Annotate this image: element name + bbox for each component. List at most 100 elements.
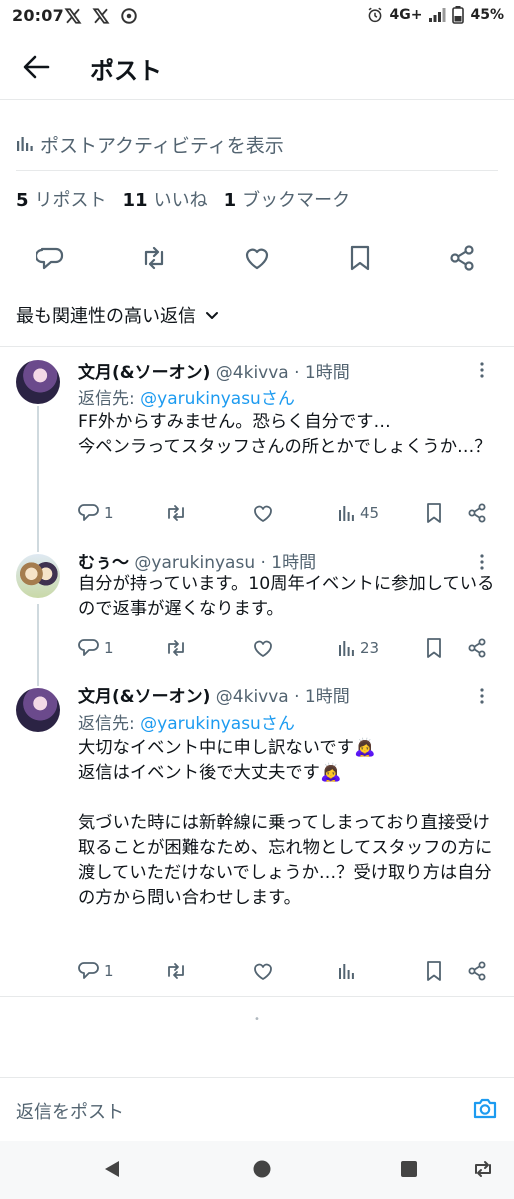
repost-icon[interactable]	[138, 242, 170, 274]
likes-stat[interactable]: 11 いいね	[123, 186, 208, 212]
back-triangle-icon[interactable]	[102, 1159, 122, 1179]
signal-icon	[428, 7, 446, 23]
post-activity-label: ポストアクティビティを表示	[40, 134, 284, 157]
more-options-icon[interactable]	[472, 552, 492, 572]
avatar[interactable]	[16, 554, 60, 598]
reply-count: 1	[104, 639, 114, 657]
bookmarks-count: 1	[223, 190, 237, 211]
view-count: 45	[360, 504, 380, 522]
recents-square-icon[interactable]	[399, 1159, 419, 1179]
reply-text: 自分が持っています。10周年イベントに参加しているので返事が遅くなります。	[78, 574, 495, 619]
post-activity-link[interactable]: ポストアクティビティを表示	[16, 128, 498, 160]
repost-icon[interactable]	[164, 500, 188, 526]
reply-input[interactable]: 返信をポスト	[16, 1098, 124, 1124]
status-right: 4G+ 45%	[366, 6, 504, 24]
reply-button[interactable]: 1	[78, 635, 114, 661]
network-type: 4G+	[389, 7, 423, 23]
reply-handle-time: @4kivva · 1時間	[215, 687, 350, 707]
share-icon[interactable]	[466, 635, 488, 661]
reply-to-prefix: 返信先:	[78, 389, 141, 409]
share-icon[interactable]	[466, 500, 488, 526]
reply-icon[interactable]	[36, 242, 68, 274]
chevron-down-icon	[204, 307, 220, 323]
reply-composer[interactable]: 返信をポスト	[0, 1077, 514, 1141]
reply-icon	[78, 639, 99, 656]
bookmark-icon[interactable]	[424, 635, 444, 661]
loading-indicator: •	[254, 1014, 260, 1025]
reply-to-line: 返信先: @yarukinyasuさん	[78, 384, 295, 409]
more-options-icon[interactable]	[472, 360, 492, 380]
reply-item[interactable]: 文月(&ソーオン) @4kivva · 1時間 返信先: @yarukinyas…	[0, 678, 514, 996]
reposts-stat[interactable]: 5 リポスト	[16, 186, 107, 212]
views-button[interactable]	[338, 958, 360, 984]
like-icon[interactable]	[252, 958, 274, 984]
likes-label: いいね	[153, 190, 208, 211]
engagement-stats: 5 リポスト 11 いいね 1 ブックマーク	[16, 186, 350, 212]
reply-actions: 1	[78, 958, 498, 984]
x-logo-icon	[64, 7, 82, 25]
reply-to-prefix: 返信先:	[78, 714, 141, 734]
reply-to-link[interactable]: @yarukinyasuさん	[140, 389, 295, 409]
like-icon[interactable]	[252, 635, 274, 661]
post-actions	[0, 236, 514, 280]
reply-actions: 1 45	[78, 500, 498, 526]
reply-icon	[78, 504, 99, 521]
share-icon[interactable]	[466, 958, 488, 984]
bookmarks-label: ブックマーク	[242, 190, 351, 211]
bookmark-icon[interactable]	[424, 500, 444, 526]
reply-author-name[interactable]: むぅ〜	[78, 553, 129, 573]
battery-level: 45%	[470, 7, 504, 23]
reply-handle-time: @yarukinyasu · 1時間	[134, 553, 317, 573]
thread-line	[37, 544, 39, 552]
reply-actions: 1 23	[78, 635, 498, 661]
avatar[interactable]	[16, 688, 60, 732]
more-options-icon[interactable]	[472, 686, 492, 706]
camera-icon[interactable]	[472, 1096, 498, 1120]
home-circle-icon[interactable]	[252, 1159, 272, 1179]
views-button[interactable]: 45	[338, 500, 379, 526]
reply-author-name[interactable]: 文月(&ソーオン)	[78, 687, 210, 707]
reply-sort-dropdown[interactable]: 最も関連性の高い返信	[16, 302, 220, 328]
page-title: ポスト	[90, 57, 162, 85]
status-time: 20:07	[12, 6, 64, 25]
reply-button[interactable]: 1	[78, 958, 114, 984]
reposts-count: 5	[16, 190, 29, 211]
x-logo-icon	[92, 7, 110, 25]
bar-chart-icon	[339, 964, 354, 979]
bookmark-icon[interactable]	[424, 958, 444, 984]
reply-count: 1	[104, 962, 114, 980]
reply-author-name[interactable]: 文月(&ソーオン)	[78, 363, 210, 383]
reply-sort-label: 最も関連性の高い返信	[16, 306, 196, 327]
reply-count: 1	[104, 504, 114, 522]
bar-chart-icon	[339, 641, 354, 656]
alarm-icon	[366, 6, 384, 24]
header: ポスト	[0, 34, 514, 100]
divider	[0, 996, 514, 997]
rotate-icon[interactable]	[472, 1159, 494, 1179]
bar-chart-icon	[16, 135, 34, 153]
reply-to-link[interactable]: @yarukinyasuさん	[140, 714, 295, 734]
bookmark-icon[interactable]	[344, 242, 376, 274]
like-icon[interactable]	[241, 242, 273, 274]
bar-chart-icon	[339, 506, 354, 521]
reply-item[interactable]: 文月(&ソーオン) @4kivva · 1時間 返信先: @yarukinyas…	[0, 346, 514, 546]
bookmarks-stat[interactable]: 1 ブックマーク	[224, 186, 351, 212]
reply-text: FF外からすみません。恐らく自分です… 今ペンラってスタッフさんの所とかでしょく…	[78, 412, 492, 457]
thread-line	[37, 678, 39, 686]
reply-text: 大切なイベント中に申し訳ないです🙇‍♀️ 返信はイベント後で大丈夫です🙇‍♀️ …	[78, 738, 493, 908]
app-notification-icon	[120, 7, 138, 25]
like-icon[interactable]	[252, 500, 274, 526]
reply-header: 文月(&ソーオン) @4kivva · 1時間	[78, 358, 350, 383]
reply-header: むぅ〜 @yarukinyasu · 1時間	[78, 548, 316, 573]
repost-icon[interactable]	[164, 958, 188, 984]
avatar[interactable]	[16, 360, 60, 404]
arrow-left-icon[interactable]	[22, 54, 50, 80]
system-nav-bar	[0, 1141, 514, 1199]
repost-icon[interactable]	[164, 635, 188, 661]
share-icon[interactable]	[446, 242, 478, 274]
views-button[interactable]: 23	[338, 635, 379, 661]
reply-handle-time: @4kivva · 1時間	[215, 363, 350, 383]
reply-icon	[78, 962, 99, 979]
reply-button[interactable]: 1	[78, 500, 114, 526]
reply-item[interactable]: むぅ〜 @yarukinyasu · 1時間 自分が持っています。10周年イベン…	[0, 544, 514, 680]
